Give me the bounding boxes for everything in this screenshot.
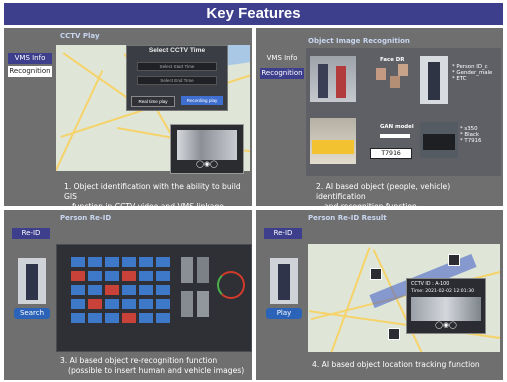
panel-object-recognition: Object Image Recognition VMS Info Recogn… <box>256 28 503 211</box>
tracking-map[interactable]: CCTV ID : A-100 Time: 2021-02-02 12:01:3… <box>308 244 500 352</box>
grid-tile[interactable] <box>71 257 85 267</box>
grid-tile[interactable] <box>105 299 119 309</box>
grid-tile[interactable] <box>139 313 153 323</box>
person-image <box>310 56 356 102</box>
play-button[interactable]: Play <box>266 308 302 319</box>
search-button[interactable]: Search <box>14 308 50 319</box>
slide-title: Key Features <box>4 3 503 25</box>
end-time-field[interactable]: Select End Time <box>137 76 217 85</box>
dialog-title: Select CCTV Time <box>148 47 206 54</box>
panel-caption: 4. AI based object location tracking fun… <box>312 360 480 369</box>
reid-app-window <box>56 244 252 352</box>
person-attributes: * Person ID_c * Gender_male * ETC <box>452 64 493 82</box>
grid-tile[interactable] <box>71 285 85 295</box>
real-time-play-button[interactable]: Real time play <box>131 96 175 107</box>
face-crop-2 <box>390 76 400 88</box>
match-person-3[interactable] <box>181 291 193 317</box>
panel-header: CCTV Play <box>60 32 100 40</box>
grid-tile[interactable] <box>105 313 119 323</box>
panel-reid-result: Person Re-ID Result Re-ID Play CCTV ID :… <box>256 210 503 380</box>
sidebar-reid-tab[interactable]: Re-ID <box>12 228 50 239</box>
grid-tile[interactable] <box>71 271 85 281</box>
grid-tile[interactable] <box>139 257 153 267</box>
grid-tile[interactable] <box>88 257 102 267</box>
panel-person-reid: Person Re-ID Re-ID Search 3. AI based ob… <box>4 210 252 380</box>
match-person-2[interactable] <box>197 257 209 283</box>
face-crop-3 <box>398 64 408 76</box>
grid-tile[interactable] <box>71 299 85 309</box>
panel-cctv-play: CCTV Play VMS Info Recognition Select CC… <box>4 28 252 211</box>
match-person-1[interactable] <box>181 257 193 283</box>
match-person-4[interactable] <box>197 291 209 317</box>
camera-marker[interactable] <box>448 254 460 266</box>
vehicle-image <box>310 118 356 164</box>
gan-model-label: GAN model <box>380 124 414 130</box>
grid-tile[interactable] <box>71 313 85 323</box>
cctv-time: Time: 2021-02-02 12:01:30 <box>411 289 475 294</box>
gan-arrow <box>380 134 410 138</box>
key-features-slide: Key Features CCTV Play VMS Info Recognit… <box>0 0 507 382</box>
sidebar-reid-tab[interactable]: Re-ID <box>264 228 302 239</box>
grid-tile[interactable] <box>122 257 136 267</box>
grid-tile[interactable] <box>105 271 119 281</box>
reid-grid <box>71 257 175 343</box>
grid-tile[interactable] <box>88 299 102 309</box>
sidebar-recognition[interactable]: Recognition <box>8 66 52 77</box>
recognized-vehicle <box>420 122 458 158</box>
grid-tile[interactable] <box>156 313 170 323</box>
grid-tile[interactable] <box>105 257 119 267</box>
camera-marker[interactable] <box>388 328 400 340</box>
progress-gauge <box>217 271 245 299</box>
grid-tile[interactable] <box>122 299 136 309</box>
query-person-image <box>18 258 46 304</box>
grid-tile[interactable] <box>156 299 170 309</box>
recognized-person <box>420 56 448 104</box>
grid-tile[interactable] <box>105 285 119 295</box>
recognition-area: Face DR * Person ID_c * Gender_male * ET… <box>306 48 501 176</box>
play-controls[interactable]: ◯◉◯ <box>195 161 219 169</box>
grid-tile[interactable] <box>139 271 153 281</box>
grid-tile[interactable] <box>156 285 170 295</box>
panel-header: Person Re-ID Result <box>308 214 387 222</box>
grid-tile[interactable] <box>156 257 170 267</box>
face-dr-label: Face DR <box>380 57 405 63</box>
query-person-image <box>270 258 298 304</box>
sidebar-vms-info[interactable]: VMS Info <box>8 53 52 64</box>
play-controls[interactable]: ◯◉◯ <box>431 322 461 330</box>
select-time-dialog: Select CCTV Time Select Start Time Selec… <box>126 45 228 111</box>
grid-tile[interactable] <box>156 271 170 281</box>
grid-tile[interactable] <box>122 313 136 323</box>
panel-caption: 2. AI based object (people, vehicle) ide… <box>316 182 451 211</box>
grid-tile[interactable] <box>88 285 102 295</box>
grid-tile[interactable] <box>88 271 102 281</box>
camera-marker[interactable] <box>370 268 382 280</box>
grid-tile[interactable] <box>139 299 153 309</box>
grid-tile[interactable] <box>122 271 136 281</box>
face-crop-1 <box>376 68 386 80</box>
grid-tile[interactable] <box>88 313 102 323</box>
panel-caption: 3. AI based object re-recognition functi… <box>60 356 245 375</box>
cctv-id: CCTV ID : A-100 <box>411 282 450 287</box>
grid-tile[interactable] <box>122 285 136 295</box>
recording-play-button[interactable]: Recording play <box>181 96 223 105</box>
panel-header: Person Re-ID <box>60 214 112 222</box>
panel-header: Object Image Recognition <box>308 37 410 45</box>
vehicle-attributes: * s350 * Black * T7916 <box>460 126 482 144</box>
cctv-popup: CCTV ID : A-100 Time: 2021-02-02 12:01:3… <box>406 278 486 334</box>
cctv-video-thumbnail[interactable]: ◯◉◯ <box>170 124 244 174</box>
start-time-field[interactable]: Select Start Time <box>137 62 217 71</box>
grid-tile[interactable] <box>139 285 153 295</box>
sidebar-recognition[interactable]: Recognition <box>260 68 304 79</box>
popup-video <box>411 297 481 321</box>
license-plate: T7916 <box>370 148 412 159</box>
sidebar-vms-info[interactable]: VMS Info <box>260 53 304 64</box>
panel-caption: 1. Object identification with the abilit… <box>64 182 241 211</box>
